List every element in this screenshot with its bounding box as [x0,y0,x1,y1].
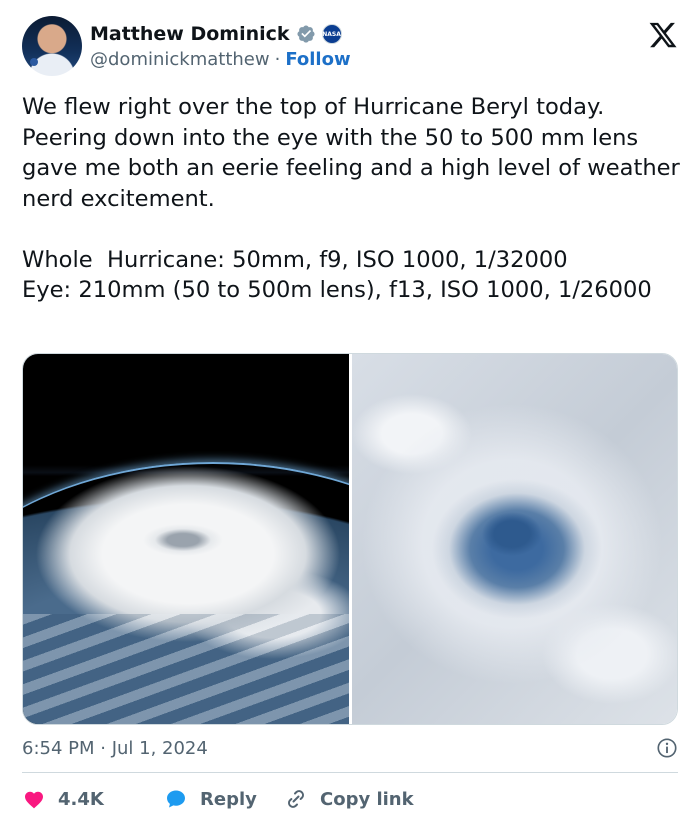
reply-label: Reply [200,788,257,810]
photo-whole-hurricane[interactable] [23,354,349,724]
handle-separator: · [274,49,281,70]
author-display-name[interactable]: Matthew Dominick [90,23,290,45]
nasa-affiliation-icon[interactable]: NASA [321,24,342,44]
tweet-paragraph-1: We flew right over the top of Hurricane … [22,94,688,212]
like-button[interactable]: 4.4K [22,787,164,811]
avatar[interactable] [22,16,82,76]
info-icon[interactable] [656,737,678,759]
link-icon [288,790,304,808]
divider [22,772,678,773]
like-count: 4.4K [58,788,104,810]
x-logo-icon[interactable] [648,20,678,50]
copy-link-button[interactable]: Copy link [284,787,414,811]
media-grid [22,353,678,725]
verified-badge-icon [297,25,315,43]
tweet-header: Matthew Dominick NASA @dominickmatthew ·… [22,16,682,76]
follow-button[interactable]: Follow [285,49,350,70]
avatar-patch [30,58,38,66]
copy-link-label: Copy link [320,788,414,810]
heart-icon [25,791,43,809]
author-handle[interactable]: @dominickmatthew [90,49,270,70]
speech-bubble-icon [167,790,185,808]
reply-button[interactable]: Reply [164,787,284,811]
author-handle-row: @dominickmatthew · Follow [90,49,351,70]
timestamp-row: 6:54 PM · Jul 1, 2024 [22,735,678,761]
tweet-paragraph-2: Whole Hurricane: 50mm, f9, ISO 1000, 1/3… [22,246,652,304]
photo-hurricane-eye[interactable] [352,354,677,724]
tweet-text: We flew right over the top of Hurricane … [22,92,682,306]
author-name-row: Matthew Dominick NASA [90,22,342,46]
action-bar: 4.4K Reply Copy link [22,785,414,813]
tweet-timestamp[interactable]: 6:54 PM · Jul 1, 2024 [22,738,208,759]
